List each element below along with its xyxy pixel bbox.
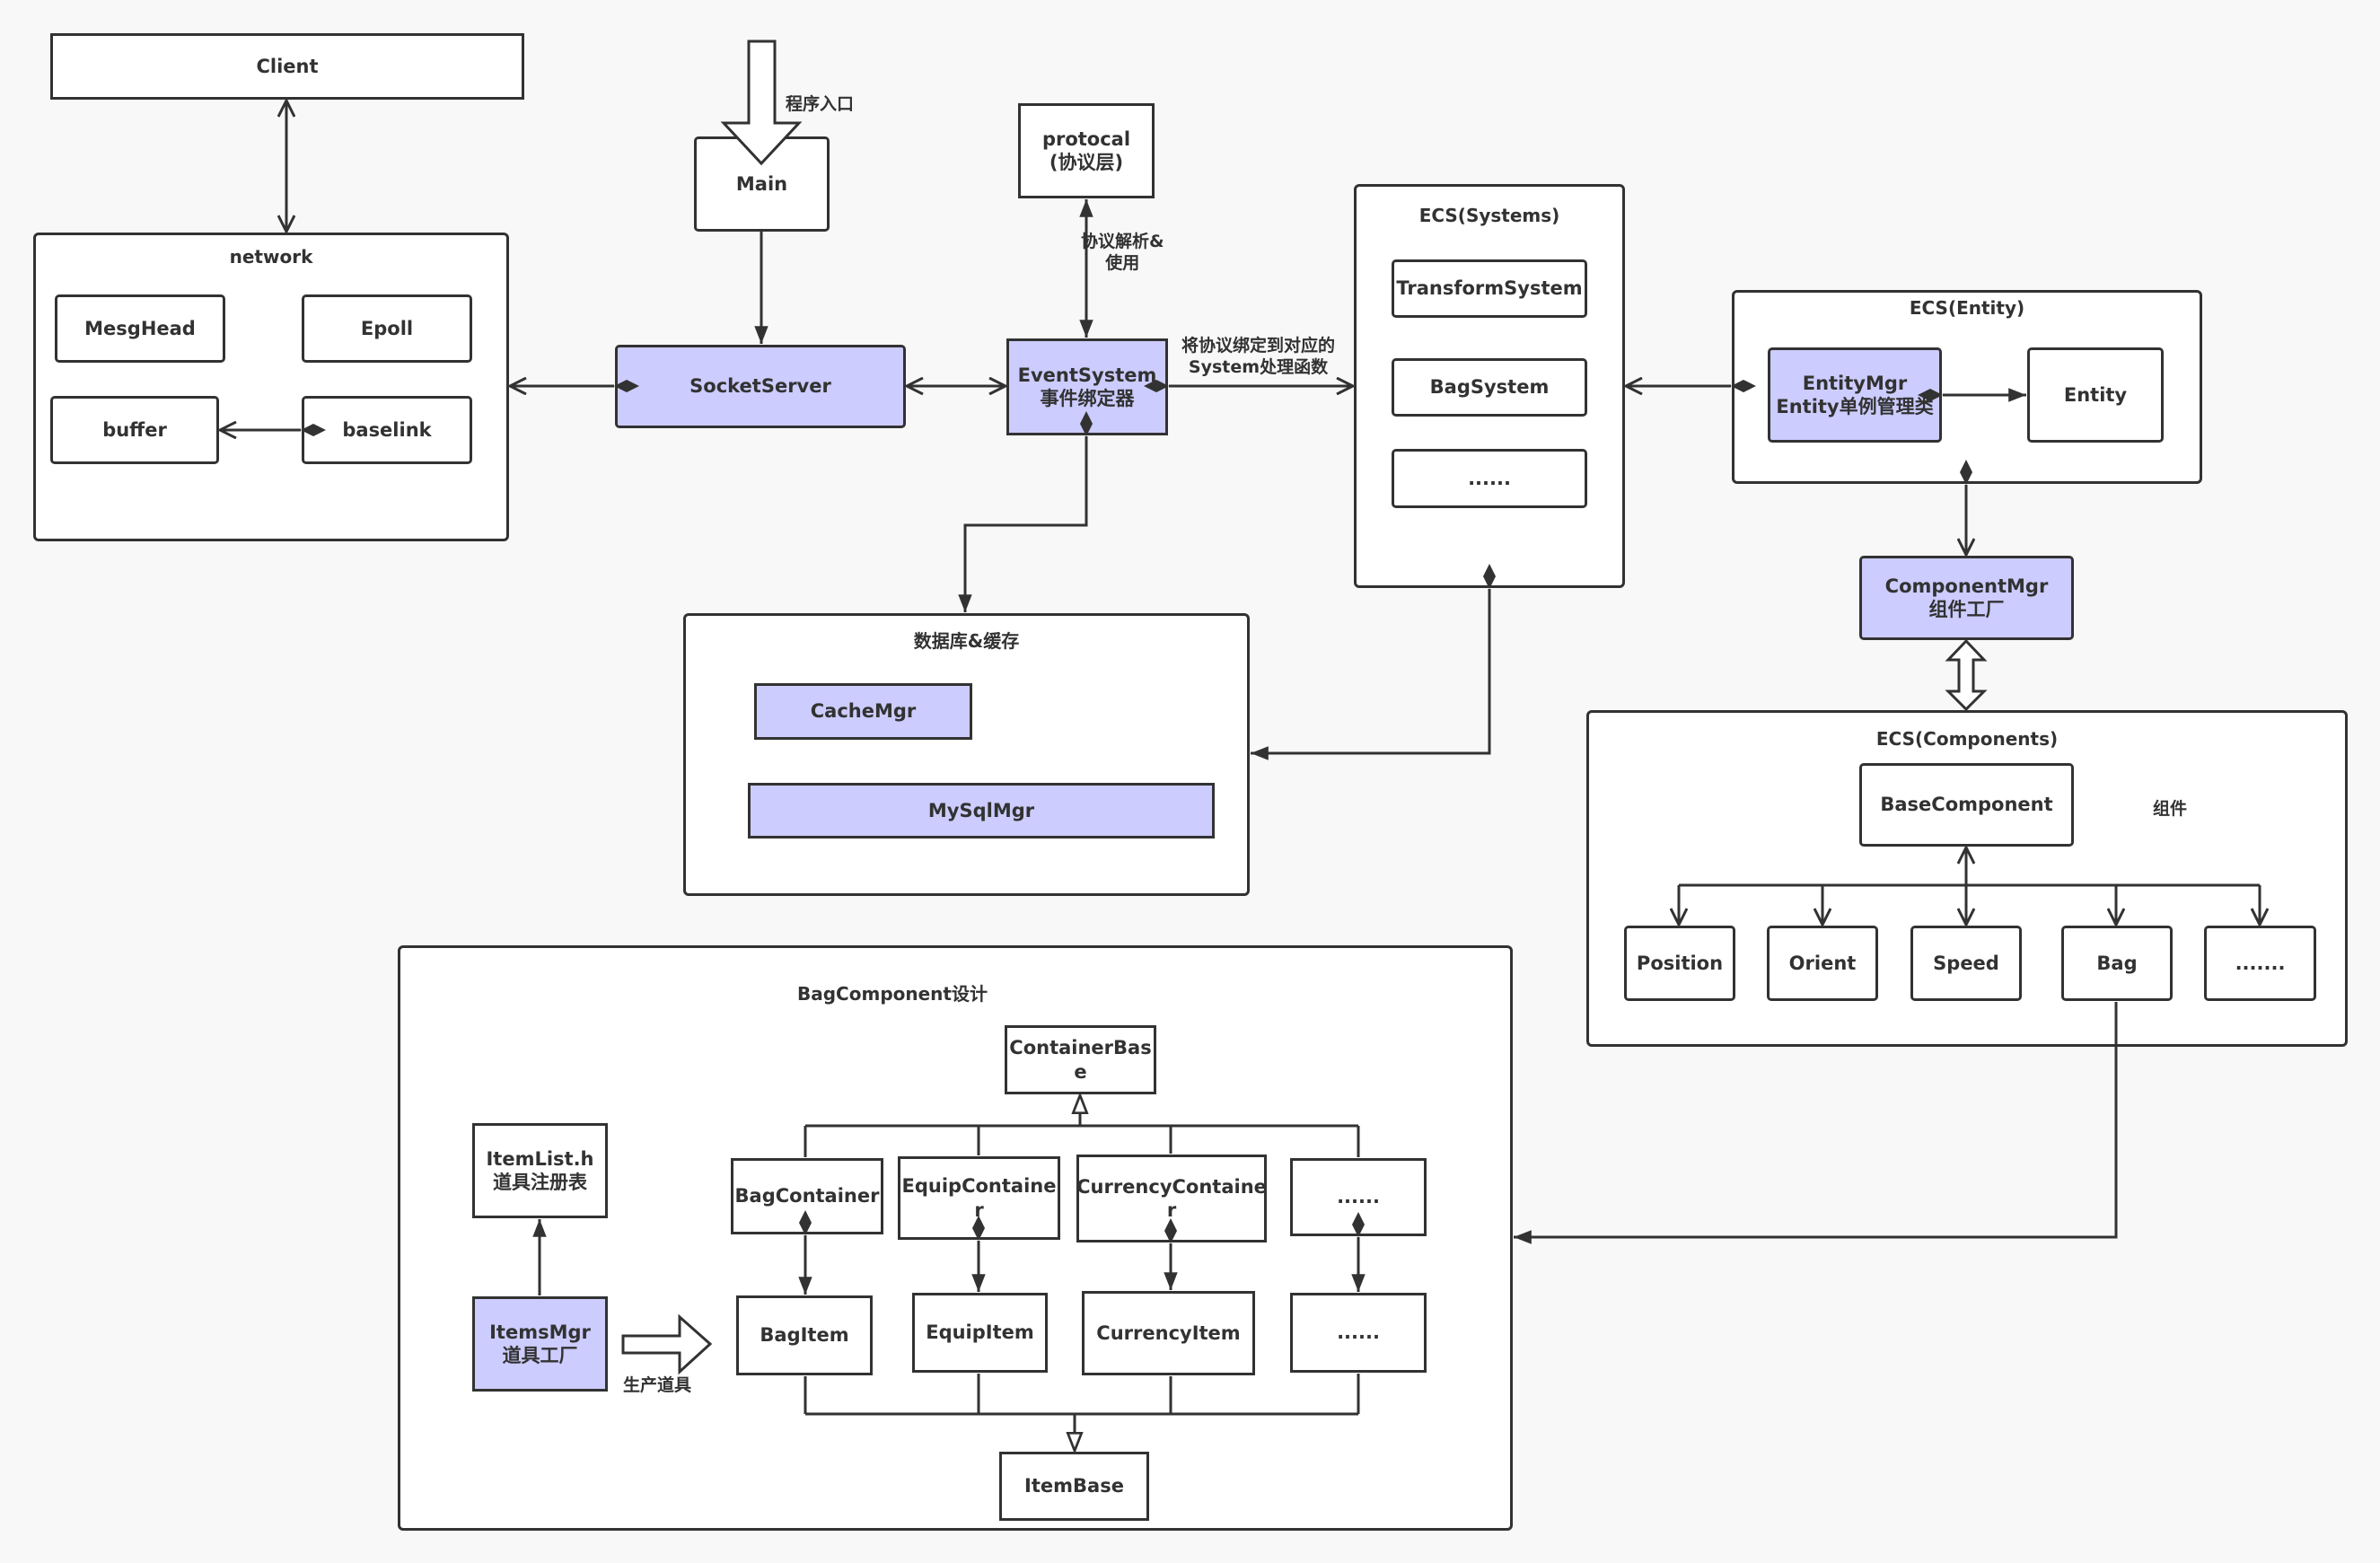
speed-component-box[interactable]: Speed (1910, 926, 2022, 1001)
cache-mgr-box[interactable]: CacheMgr (754, 683, 972, 740)
item-list-box[interactable]: ItemList.h 道具注册表 (472, 1123, 608, 1218)
orient-component-box[interactable]: Orient (1767, 926, 1878, 1001)
items-mgr-box[interactable]: ItemsMgr 道具工厂 (472, 1296, 608, 1392)
bag-component-design-title: BagComponent设计 (797, 983, 988, 1005)
item-base-box[interactable]: ItemBase (999, 1452, 1149, 1521)
protocol-edge-label: 协议解析& 使用 (1081, 232, 1164, 273)
ecs-systems-title: ECS(Systems) (1418, 205, 1560, 226)
position-component-box[interactable]: Position (1624, 926, 1735, 1001)
bag-system-box[interactable]: BagSystem (1392, 358, 1587, 417)
protocal-box[interactable]: protocal (协议层) (1018, 103, 1155, 198)
event-system-box[interactable]: EventSystem 事件绑定器 (1006, 338, 1168, 435)
more-components-box[interactable]: ....... (2204, 926, 2316, 1001)
equip-container-box[interactable]: EquipContaine r (898, 1156, 1060, 1240)
bag-item-box[interactable]: BagItem (736, 1295, 873, 1375)
bag-component-box[interactable]: Bag (2061, 926, 2173, 1001)
entity-mgr-box[interactable]: EntityMgr Entity单例管理类 (1768, 347, 1942, 443)
network-title: network (229, 246, 313, 268)
entry-label: 程序入口 (786, 94, 855, 114)
event-database-connector (958, 411, 1093, 612)
entity-box[interactable]: Entity (2027, 347, 2164, 443)
more-items-box[interactable]: ...... (1290, 1293, 1427, 1373)
socket-server-box[interactable]: SocketServer (615, 345, 906, 428)
currency-item-box[interactable]: CurrencyItem (1082, 1291, 1255, 1375)
components-side-label: 组件 (2153, 799, 2188, 819)
epoll-box[interactable]: Epoll (302, 294, 472, 363)
network-group: network (33, 233, 509, 541)
buffer-box[interactable]: buffer (50, 396, 219, 464)
database-title: 数据库&缓存 (913, 630, 1020, 652)
bag-container-box[interactable]: BagContainer (731, 1158, 883, 1234)
ecs-entity-title: ECS(Entity) (1909, 297, 2025, 319)
bind-edge-label: 将协议绑定到对应的 System处理函数 (1181, 336, 1336, 377)
component-mgr-box[interactable]: ComponentMgr 组件工厂 (1859, 556, 2074, 640)
main-box[interactable]: Main (694, 136, 830, 232)
container-base-box[interactable]: ContainerBas e (1005, 1025, 1156, 1094)
database-group: 数据库&缓存 (683, 613, 1250, 896)
mysql-mgr-box[interactable]: MySqlMgr (748, 783, 1215, 839)
more-systems-box[interactable]: ...... (1392, 449, 1587, 508)
base-component-box[interactable]: BaseComponent (1859, 763, 2074, 847)
transform-system-box[interactable]: TransformSystem (1392, 259, 1587, 318)
baselink-box[interactable]: baselink (302, 396, 472, 464)
ecs-components-title: ECS(Components) (1875, 728, 2059, 750)
componentmgr-components-double-arrow-icon (1945, 638, 1988, 712)
mesghead-box[interactable]: MesgHead (55, 294, 225, 363)
systems-database-connector (1251, 564, 1496, 760)
produce-items-label: 生产道具 (623, 1375, 692, 1395)
client-box[interactable]: Client (50, 33, 524, 100)
equip-item-box[interactable]: EquipItem (912, 1293, 1048, 1373)
currency-container-box[interactable]: CurrencyContaine r (1076, 1155, 1267, 1242)
more-containers-box[interactable]: ...... (1290, 1158, 1427, 1236)
